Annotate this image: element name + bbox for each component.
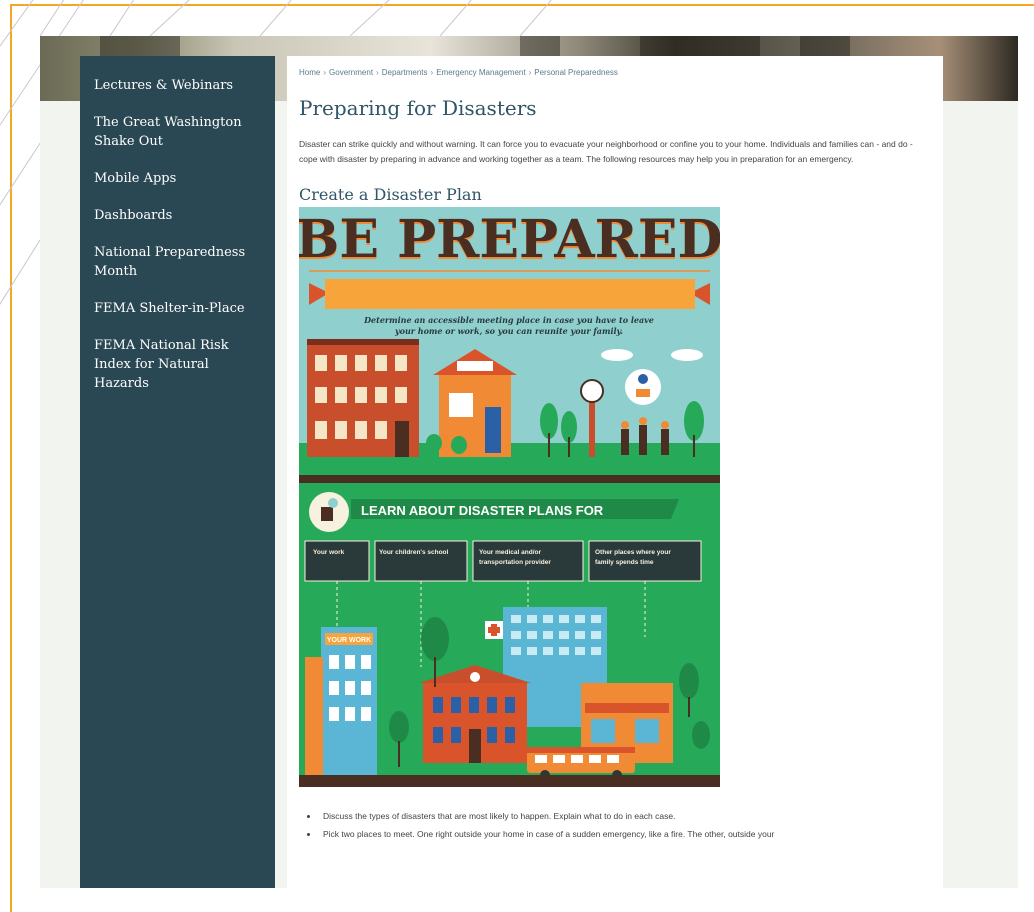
section-title: Create a Disaster Plan [299, 185, 482, 204]
sidebar-nav: Lectures & Webinars The Great Washington… [80, 56, 275, 888]
sidebar-item-great-washington-shake-out[interactable]: The Great Washington Shake Out [80, 113, 275, 151]
breadcrumb: Home › Government › Departments › Emergency Ma… [299, 68, 931, 80]
intro-paragraph: Disaster can strike quickly and without … [299, 139, 913, 164]
browser-viewport: Lectures & Webinars The Great Washington… [40, 36, 1018, 888]
main-content: Home › Government › Departments › Emergency Ma… [287, 56, 943, 888]
plan-box-other-line-1: Other places where your [595, 549, 671, 556]
breadcrumb-government[interactable]: Government [329, 68, 373, 77]
sidebar-item-mobile-apps[interactable]: Mobile Apps [80, 169, 275, 188]
sidebar-item-dashboards[interactable]: Dashboards [80, 206, 275, 225]
infographic-tagline-1: Determine an accessible meeting place in… [363, 315, 654, 325]
breadcrumb-separator: › [430, 68, 434, 77]
list-item: Discuss the types of disasters that are … [319, 807, 931, 825]
plan-box-medical-line-2: transportation provider [479, 559, 551, 566]
infographic-headline-shadow: BE PREPARED [299, 209, 720, 270]
sidebar-item-national-preparedness-month[interactable]: National Preparedness Month [80, 243, 275, 281]
plan-box-work: Your work [313, 549, 345, 556]
breadcrumb-separator: › [376, 68, 379, 77]
page-title: Preparing for Disasters [299, 96, 537, 120]
breadcrumb-current: Personal Preparedness [534, 68, 618, 77]
your-work-sign: YOUR WORK [327, 637, 371, 644]
plan-box-medical-line-1: Your medical and/or [479, 549, 541, 556]
sidebar-item-lectures-webinars[interactable]: Lectures & Webinars [80, 76, 275, 95]
learn-about-title: LEARN ABOUT DISASTER PLANS FOR [361, 503, 604, 518]
breadcrumb-separator: › [528, 68, 532, 77]
plan-box-school: Your children's school [379, 549, 449, 556]
plan-bullet-list: Discuss the types of disasters that are … [299, 807, 931, 843]
sidebar-item-fema-national-risk-index[interactable]: FEMA National Risk Index for Natural Haz… [80, 336, 275, 393]
infographic-tagline-2: your home or work, so you can reunite yo… [394, 326, 623, 336]
breadcrumb-emergency-management[interactable]: Emergency Management [436, 68, 525, 77]
sidebar-item-fema-shelter-in-place[interactable]: FEMA Shelter-in-Place [80, 299, 275, 318]
breadcrumb-separator: › [323, 68, 327, 77]
breadcrumb-departments[interactable]: Departments [382, 68, 428, 77]
be-prepared-infographic: BE PREPARED BE PREPARED Determine an acc… [299, 207, 720, 787]
list-item: Pick two places to meet. One right outsi… [319, 825, 931, 843]
breadcrumb-home[interactable]: Home [299, 68, 320, 77]
plan-box-other-line-2: family spends time [595, 559, 654, 566]
